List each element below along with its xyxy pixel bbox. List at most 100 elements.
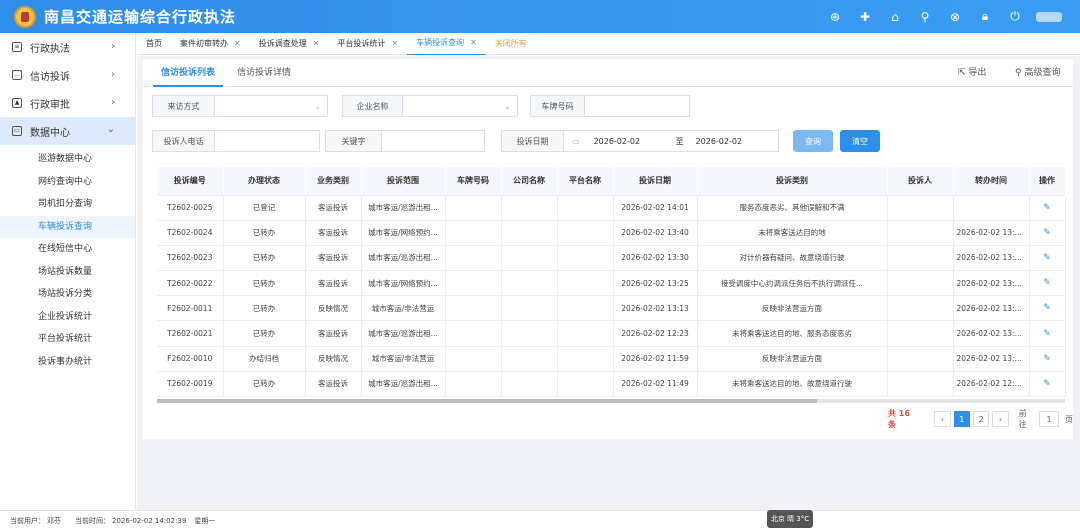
sidebar-subitem-active[interactable]: 车辆投诉查询	[0, 215, 135, 238]
edit-icon[interactable]: ✎	[1043, 203, 1051, 213]
sidebar-item-enforcement[interactable]: ≡ 行政执法 ›	[0, 33, 135, 61]
avatar[interactable]	[1036, 11, 1062, 22]
tab-complaint-handling[interactable]: 投诉调查处理 ✕	[250, 33, 329, 55]
sidebar-subitem[interactable]: 平台投诉统计	[0, 328, 135, 351]
sidebar-item-approval[interactable]: ▲ 行政审批 ›	[0, 89, 135, 117]
sidebar-subitem[interactable]: 场站投诉数量	[0, 261, 135, 284]
close-circle-icon[interactable]: ⊗	[940, 10, 970, 24]
weekday: 星期一	[194, 516, 216, 525]
plate-input[interactable]: 车牌号码	[530, 95, 690, 117]
close-icon[interactable]: ✕	[313, 33, 320, 55]
table-row[interactable]: T2602-0023 已转办 客运投诉 城市客运/巡游出租... 2026-02-02 …	[157, 245, 1066, 272]
table-cell: 客运投诉	[305, 270, 362, 297]
table-cell: 2026-02-02 12:13:..	[953, 371, 1030, 398]
sidebar-subitem[interactable]: 在线短信中心	[0, 238, 135, 261]
pagination: 共 16 条 ‹ 1 2 › 前往 1 页	[888, 409, 1073, 429]
close-icon[interactable]: ✕	[470, 32, 477, 54]
edit-icon[interactable]: ✎	[1043, 253, 1051, 263]
sidebar-subitem[interactable]: 司机扣分查询	[0, 193, 135, 216]
table-cell: 反映情况	[305, 295, 362, 322]
page-2-button[interactable]: 2	[973, 411, 990, 427]
phone-input[interactable]: 投诉人电话	[152, 130, 320, 152]
date-to: 2026-02-02	[695, 136, 743, 146]
edit-icon[interactable]: ✎	[1043, 354, 1051, 364]
current-time: 2026-02-02 14:02:39	[112, 516, 187, 525]
close-all-tabs[interactable]: 关闭所有	[486, 33, 536, 55]
search-icon[interactable]: ⚲	[910, 10, 940, 24]
sidebar-subitem[interactable]: 企业投诉统计	[0, 306, 135, 329]
table-row[interactable]: T2602-0021 已转办 客运投诉 城市客运/巡游出租... 2026-02-02 …	[157, 320, 1066, 347]
power-icon[interactable]: ⏻	[1000, 9, 1030, 24]
crosshair-icon[interactable]: ⊕	[820, 10, 850, 24]
table-row[interactable]: T2602-0022 已转办 客运投诉 城市客运/网络预约... 2026-02-02 …	[157, 270, 1066, 297]
emblem-icon	[14, 5, 36, 28]
sidebar-subitem[interactable]: 场站投诉分类	[0, 283, 135, 306]
table-cell: 2026-02-02 13:41:..	[953, 295, 1030, 322]
keyword-input[interactable]: 关键字	[325, 130, 485, 152]
table-cell: 2026-02-02 13:30	[613, 245, 698, 272]
source-select[interactable]: 来访方式 ⌄	[152, 95, 328, 117]
home-icon[interactable]: ⌂	[880, 10, 910, 24]
table-row[interactable]: T2602-0024 已转办 客运投诉 城市客运/网络预约... 2026-02-02 …	[157, 220, 1066, 246]
clear-button[interactable]: 清空	[840, 130, 880, 152]
table-cell	[557, 245, 614, 272]
prev-page-button[interactable]: ‹	[934, 411, 951, 427]
page-1-button[interactable]: 1	[953, 411, 971, 427]
table-row[interactable]: T2602-0019 已转办 客运投诉 城市客运/巡游出租... 2026-02-02 …	[157, 371, 1066, 398]
plus-icon[interactable]: ✚	[850, 10, 880, 24]
lock-icon[interactable]: 🔒︎	[970, 9, 1000, 24]
tab-platform-stats[interactable]: 平台投诉统计 ✕	[328, 33, 407, 55]
chevron-down-icon: ⌄	[504, 101, 511, 111]
table-cell: 客运投诉	[305, 195, 362, 221]
table-cell	[887, 195, 954, 221]
close-icon[interactable]: ✕	[234, 33, 241, 55]
table-row[interactable]: T2602-0025 已登记 客运投诉 城市客运/巡游出租... 2026-02-02 …	[157, 195, 1066, 221]
table-row[interactable]: F2602-0011 已转办 反映情况 城市客运/非法营运 2026-02-02 13:…	[157, 295, 1066, 322]
table-cell	[445, 295, 502, 322]
tab-case-review[interactable]: 案件初审转办 ✕	[171, 33, 250, 55]
export-button[interactable]: ⇱ 导出	[958, 59, 986, 87]
edit-icon[interactable]: ✎	[1043, 329, 1051, 339]
list-card: 信访投诉列表 信访投诉详情 ⇱ 导出 ⚲ 高级查询 来访方式 ⌄ 企业名称 ⌄ …	[143, 59, 1073, 439]
table-cell: 城市客运/网络预约...	[361, 270, 446, 297]
advanced-search-button[interactable]: ⚲ 高级查询	[1015, 59, 1060, 87]
table-cell	[445, 195, 502, 221]
page-input[interactable]: 1	[1039, 411, 1059, 427]
edit-icon[interactable]: ✎	[1043, 379, 1051, 389]
edit-icon[interactable]: ✎	[1043, 228, 1051, 238]
tab-vehicle-complaints[interactable]: 车辆投诉查询 ✕	[407, 33, 486, 55]
sidebar-item-complaints[interactable]: … 信访投诉 ›	[0, 61, 135, 89]
table-cell: 2026-02-02 13:13	[613, 295, 698, 322]
next-page-button[interactable]: ›	[992, 411, 1009, 427]
scrollbar-thumb[interactable]	[157, 399, 817, 403]
weather-tooltip: 北京 晴 3°C	[767, 510, 813, 528]
complaint-table: 投诉编号 办理状态 业务类别 投诉范围 车牌号码 公司名称 平台名称 投诉日期 …	[157, 167, 1066, 398]
table-cell: 对计价器有疑问、故意绕道行驶	[697, 245, 888, 272]
table-cell: 未将乘客送达目的地、服务态度恶劣	[697, 320, 888, 347]
tab-complaint-detail[interactable]: 信访投诉详情	[229, 59, 299, 87]
table-cell: 已转办	[223, 270, 306, 297]
table-cell: 未将乘客送达目的地	[697, 220, 888, 246]
search-button[interactable]: 查询	[793, 130, 833, 152]
table-cell	[557, 220, 614, 246]
edit-icon[interactable]: ✎	[1043, 303, 1051, 313]
company-select[interactable]: 企业名称 ⌄	[342, 95, 518, 117]
sidebar-subitem[interactable]: 投诉事办统计	[0, 351, 135, 374]
table-cell: 城市客运/巡游出租...	[361, 320, 446, 347]
sidebar-subitem[interactable]: 网约查询中心	[0, 171, 135, 194]
edit-icon[interactable]: ✎	[1043, 278, 1051, 288]
horizontal-scrollbar[interactable]	[157, 399, 1065, 403]
content-tabs: 信访投诉列表 信访投诉详情 ⇱ 导出 ⚲ 高级查询	[143, 59, 1073, 87]
table-cell: 城市客运/非法营运	[361, 295, 446, 322]
tab-home[interactable]: 首页	[137, 33, 171, 55]
sidebar-item-data-center[interactable]: ▭ 数据中心 ⌄	[0, 117, 135, 145]
table-cell	[501, 195, 558, 221]
sidebar-subitem[interactable]: 巡游数据中心	[0, 148, 135, 171]
table-cell: 客运投诉	[305, 245, 362, 272]
table-row[interactable]: F2602-0010 办结归档 反映情况 城市客运/非法营运 2026-02-02 11…	[157, 346, 1066, 372]
table-cell: 2026-02-02 13:45:..	[953, 270, 1030, 297]
tab-complaint-list[interactable]: 信访投诉列表	[153, 59, 223, 87]
date-range-picker[interactable]: 投诉日期 ▭ 2026-02-02 至 2026-02-02	[501, 130, 779, 152]
close-icon[interactable]: ✕	[391, 33, 398, 55]
table-cell: 已转办	[223, 371, 306, 398]
